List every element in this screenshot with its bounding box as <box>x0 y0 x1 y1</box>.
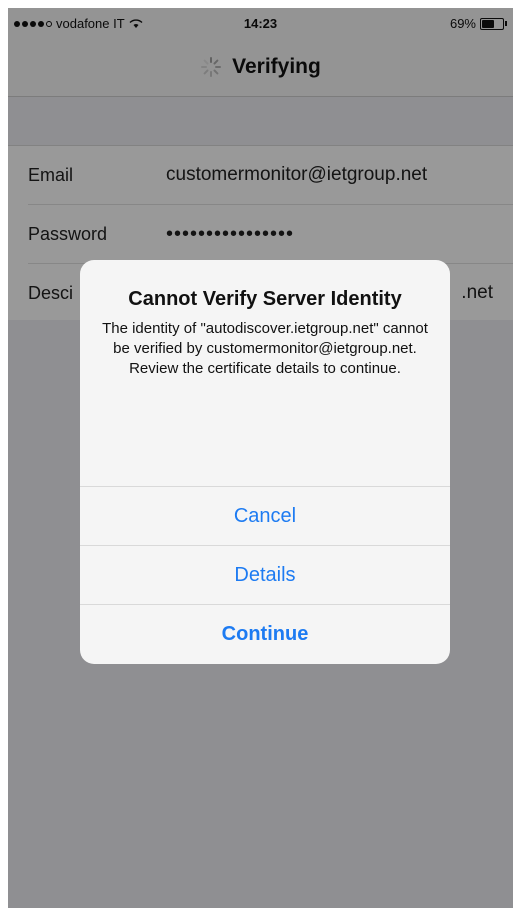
server-identity-alert: Cannot Verify Server Identity The identi… <box>80 260 450 664</box>
alert-message: The identity of "autodiscover.ietgroup.n… <box>102 320 428 377</box>
continue-button[interactable]: Continue <box>80 604 450 663</box>
cancel-button[interactable]: Cancel <box>80 486 450 545</box>
alert-title: Cannot Verify Server Identity <box>128 288 402 310</box>
details-button[interactable]: Details <box>80 545 450 604</box>
phone-screen: vodafone IT 14:23 69% Verifying Email cu… <box>8 8 513 908</box>
alert-content: Cannot Verify Server Identity The identi… <box>80 260 450 397</box>
